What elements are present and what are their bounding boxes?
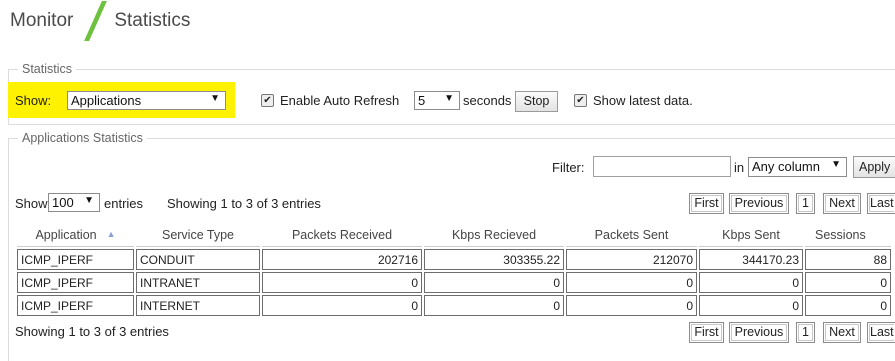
pager-last-button[interactable]: Last	[867, 322, 895, 343]
statistics-legend: Statistics	[18, 62, 77, 76]
cell-packets-sent: 212070	[566, 249, 697, 270]
cell-packets-sent: 0	[566, 295, 697, 316]
cell-kbps-sent: 0	[699, 272, 803, 293]
table-header-row: Application ▲ Service Type Packets Receiv…	[17, 223, 891, 247]
cell-service-type: INTRANET	[136, 272, 260, 293]
column-header-packets-received[interactable]: Packets Received	[262, 223, 422, 247]
cell-kbps-sent: 0	[699, 295, 803, 316]
column-header-kbps-received[interactable]: Kbps Recieved	[424, 223, 564, 247]
cell-application: ICMP_IPERF	[17, 295, 134, 316]
page-size-value: 100	[52, 195, 74, 210]
cell-kbps-sent: 344170.23	[699, 249, 803, 270]
show-select[interactable]: Applications ▼	[67, 91, 226, 110]
auto-refresh-label: Enable Auto Refresh	[280, 93, 400, 108]
filter-in-label: in	[734, 160, 745, 175]
pager-last-label: Last	[869, 324, 894, 341]
cell-kbps-received: 303355.22	[424, 249, 564, 270]
pager-previous-button[interactable]: Previous	[729, 193, 789, 214]
pager-first-button[interactable]: First	[689, 193, 724, 214]
chevron-down-icon: ▼	[210, 93, 220, 104]
pager-first-button[interactable]: First	[689, 322, 724, 343]
cell-packets-sent: 0	[566, 272, 697, 293]
pager-page-label: 1	[798, 324, 813, 341]
refresh-seconds-value: 5	[418, 93, 426, 108]
chevron-down-icon: ▼	[444, 93, 454, 104]
show-select-value: Applications	[71, 93, 142, 108]
cell-application: ICMP_IPERF	[17, 249, 134, 270]
table-row: ICMP_IPERF CONDUIT 202716 303355.22 2120…	[17, 249, 891, 270]
cell-sessions: 0	[805, 295, 891, 316]
show-latest-checkbox[interactable]: ✔	[574, 94, 587, 107]
pager-first-label: First	[691, 195, 722, 212]
breadcrumb-monitor[interactable]: Monitor	[10, 10, 73, 32]
pager-next-button[interactable]: Next	[823, 193, 861, 214]
pager-first-label: First	[691, 324, 722, 341]
show-latest-label: Show latest data.	[593, 93, 693, 108]
cell-packets-received: 0	[262, 272, 422, 293]
pager-previous-label: Previous	[731, 324, 787, 341]
pager-last-label: Last	[869, 195, 894, 212]
cell-application: ICMP_IPERF	[17, 272, 134, 293]
cell-sessions: 88	[805, 249, 891, 270]
applications-statistics-legend: Applications Statistics	[18, 131, 147, 145]
table-row: ICMP_IPERF INTRANET 0 0 0 0 0	[17, 272, 891, 293]
table-info-top: Showing 1 to 3 of 3 entries	[167, 196, 321, 211]
table-row: ICMP_IPERF INTERNET 0 0 0 0 0	[17, 295, 891, 316]
auto-refresh-checkbox[interactable]: ✔	[261, 94, 274, 107]
column-header-sessions[interactable]: Sessions	[805, 223, 891, 247]
pager-previous-label: Previous	[731, 195, 787, 212]
cell-kbps-received: 0	[424, 295, 564, 316]
pager-next-label: Next	[825, 195, 859, 212]
breadcrumb-separator	[84, 1, 108, 41]
page-size-select[interactable]: 100 ▼	[48, 193, 100, 212]
cell-packets-received: 0	[262, 295, 422, 316]
sort-ascending-icon: ▲	[106, 228, 116, 239]
filter-column-select[interactable]: Any column ▼	[748, 157, 847, 177]
filter-column-value: Any column	[752, 159, 820, 174]
page-size-entries-label: entries	[104, 196, 144, 211]
stop-button[interactable]: Stop	[515, 91, 558, 112]
column-header-service-type[interactable]: Service Type	[136, 223, 260, 247]
cell-sessions: 0	[805, 272, 891, 293]
pager-page-label: 1	[798, 195, 813, 212]
breadcrumb: Monitor Statistics	[10, 1, 191, 41]
column-header-packets-sent[interactable]: Packets Sent	[566, 223, 697, 247]
refresh-seconds-select[interactable]: 5 ▼	[414, 91, 460, 110]
pager-page-button[interactable]: 1	[796, 193, 815, 214]
filter-input[interactable]	[593, 156, 731, 177]
filter-label: Filter:	[552, 160, 585, 175]
chevron-down-icon: ▼	[84, 195, 94, 206]
column-header-application[interactable]: Application ▲	[17, 223, 134, 247]
apply-button[interactable]: Apply	[853, 156, 895, 178]
chevron-down-icon: ▼	[831, 159, 841, 170]
column-header-kbps-sent[interactable]: Kbps Sent	[699, 223, 803, 247]
page-title: Statistics	[114, 10, 191, 31]
seconds-label: seconds	[463, 93, 512, 108]
cell-service-type: INTERNET	[136, 295, 260, 316]
cell-service-type: CONDUIT	[136, 249, 260, 270]
cell-kbps-received: 0	[424, 272, 564, 293]
pager-next-label: Next	[825, 324, 859, 341]
column-header-label: Application	[35, 227, 97, 242]
pager-last-button[interactable]: Last	[867, 193, 895, 214]
pager-next-button[interactable]: Next	[823, 322, 861, 343]
pager-page-button[interactable]: 1	[796, 322, 815, 343]
page-size-show-label: Show	[15, 196, 48, 211]
applications-table: Application ▲ Service Type Packets Receiv…	[15, 221, 893, 318]
pager-previous-button[interactable]: Previous	[729, 322, 789, 343]
cell-packets-received: 202716	[262, 249, 422, 270]
show-label: Show:	[15, 93, 52, 108]
table-info-bottom: Showing 1 to 3 of 3 entries	[15, 324, 169, 339]
